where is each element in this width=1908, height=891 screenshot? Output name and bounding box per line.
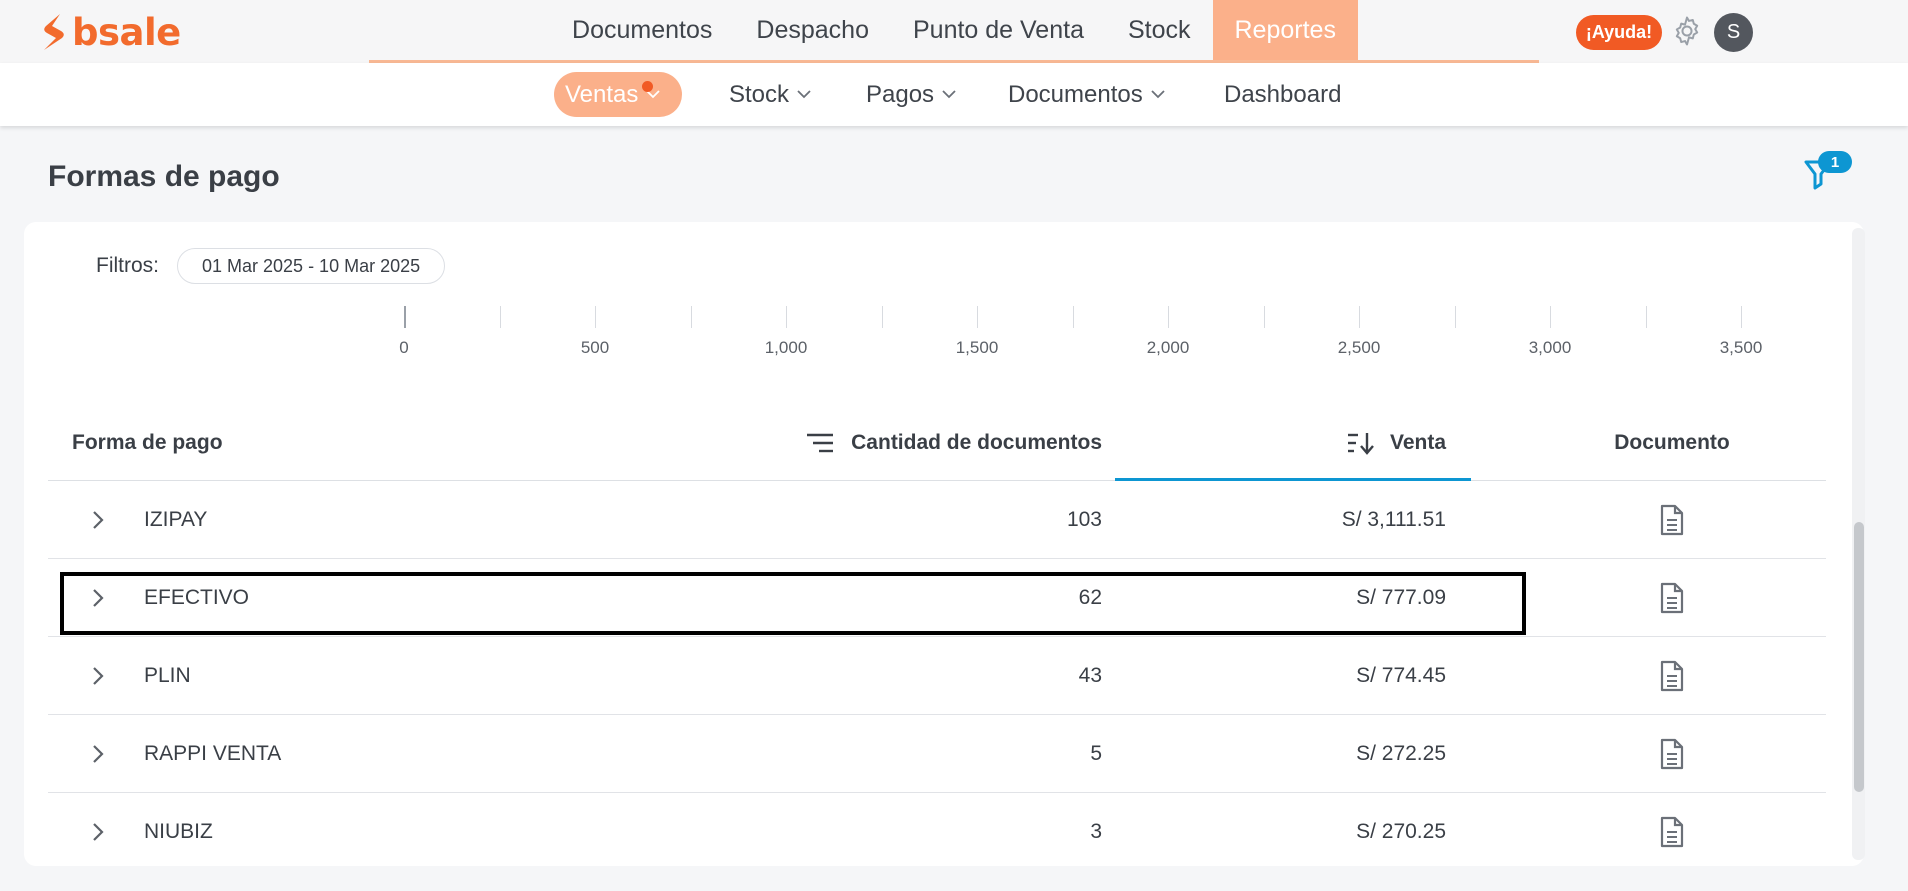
sale-amount: S/ 270.25 (1356, 819, 1446, 843)
document-count: 3 (1090, 819, 1102, 843)
axis-tick (1359, 306, 1360, 328)
chevron-down-icon (797, 90, 811, 99)
main-nav-stock[interactable]: Stock (1106, 0, 1213, 60)
bsale-logo[interactable]: bsale (38, 10, 181, 54)
axis-tick-label: 3,500 (1719, 338, 1763, 357)
subnav-documentos-label: Documentos (1008, 80, 1143, 108)
document-icon[interactable] (1648, 715, 1696, 792)
subnav-ventas[interactable]: Ventas (554, 72, 682, 117)
axis-minor-tick (499, 306, 501, 328)
payment-method-name: IZIPAY (144, 507, 208, 531)
sale-amount: S/ 272.25 (1356, 741, 1446, 765)
payment-method-name: EFECTIVO (144, 585, 250, 609)
sale-amount: S/ 777.09 (1356, 585, 1446, 609)
scrollbar-thumb[interactable] (1854, 522, 1864, 792)
axis-tick-label: 2,500 (1337, 338, 1381, 357)
column-header-cantidad-label: Cantidad de documentos (851, 430, 1102, 454)
axis-minor-tick (1645, 306, 1647, 328)
main-nav-punto-de-venta[interactable]: Punto de Venta (891, 0, 1106, 60)
axis-tick (1168, 306, 1169, 328)
notification-dot (642, 81, 653, 92)
chart-axis: 0 500 1,000 1,500 2,000 2,500 3,000 3,500 (24, 306, 1864, 376)
axis-minor-tick (881, 306, 883, 328)
subnav-pagos[interactable]: Pagos (866, 72, 956, 117)
subnav-pagos-label: Pagos (866, 80, 935, 108)
document-count: 103 (1066, 507, 1102, 531)
chevron-right-icon[interactable] (88, 715, 108, 792)
chevron-down-icon (942, 90, 956, 99)
axis-minor-tick (1454, 306, 1456, 328)
subnav-documentos[interactable]: Documentos (1008, 72, 1165, 117)
top-bar: bsale Documentos Despacho Punto de Venta… (0, 0, 1908, 63)
filters-label: Filtros: (96, 254, 159, 277)
axis-tick-label: 1,500 (955, 338, 999, 357)
document-count: 43 (1078, 663, 1102, 687)
main-nav-documentos[interactable]: Documentos (550, 0, 734, 60)
column-header-venta[interactable]: Venta (1346, 404, 1446, 481)
table-row[interactable]: EFECTIVO 62 S/ 777.09 (48, 559, 1826, 637)
table-row[interactable]: RAPPI VENTA 5 S/ 272.25 (48, 715, 1826, 793)
filter-count-badge: 1 (1818, 151, 1852, 173)
column-header-cantidad[interactable]: Cantidad de documentos (805, 404, 1102, 481)
chevron-right-icon[interactable] (88, 559, 108, 636)
chevron-down-icon (1151, 90, 1165, 99)
axis-tick-label: 3,000 (1528, 338, 1572, 357)
gear-icon[interactable] (1670, 14, 1704, 48)
axis-minor-tick (1263, 306, 1265, 328)
table-row[interactable]: PLIN 43 S/ 774.45 (48, 637, 1826, 715)
payment-method-name: RAPPI VENTA (144, 741, 282, 765)
axis-tick (404, 306, 406, 328)
sale-amount: S/ 3,111.51 (1341, 507, 1446, 531)
axis-tick-label: 500 (580, 338, 610, 357)
subnav-dashboard[interactable]: Dashboard (1224, 72, 1341, 117)
main-nav-reportes[interactable]: Reportes (1212, 0, 1358, 60)
document-icon[interactable] (1648, 559, 1696, 636)
sub-nav: Ventas Stock Pagos Documentos Dashboard (0, 63, 1908, 126)
chevron-right-icon[interactable] (88, 481, 108, 558)
document-count: 5 (1090, 741, 1102, 765)
axis-tick (1550, 306, 1551, 328)
payment-method-name: NIUBIZ (144, 819, 213, 843)
document-icon[interactable] (1648, 793, 1696, 866)
payment-method-name: PLIN (144, 663, 191, 687)
main-nav-despacho[interactable]: Despacho (734, 0, 891, 60)
axis-tick-label: 0 (399, 338, 409, 357)
table-header: Forma de pago Cantidad de documentos Ven… (48, 404, 1826, 481)
avatar[interactable]: S (1714, 13, 1753, 52)
subnav-ventas-label: Ventas (565, 80, 639, 108)
chevron-right-icon[interactable] (88, 637, 108, 714)
axis-tick-label: 2,000 (1146, 338, 1190, 357)
chevron-right-icon[interactable] (88, 793, 108, 866)
axis-tick (595, 306, 596, 328)
sort-lines-icon (807, 433, 834, 452)
sort-descending-icon (1347, 432, 1374, 455)
subnav-dashboard-label: Dashboard (1224, 80, 1342, 108)
help-button[interactable]: ¡Ayuda! (1576, 15, 1662, 50)
page-title: Formas de pago (48, 160, 280, 193)
axis-minor-tick (690, 306, 692, 328)
table-row[interactable]: NIUBIZ 3 S/ 270.25 (48, 793, 1826, 866)
document-icon[interactable] (1648, 637, 1696, 714)
sale-amount: S/ 774.45 (1356, 663, 1446, 687)
report-card: Filtros: 01 Mar 2025 - 10 Mar 2025 0 500 1… (24, 222, 1864, 866)
axis-tick (977, 306, 978, 328)
logo-text: bsale (72, 10, 181, 54)
column-header-venta-label: Venta (1389, 430, 1446, 454)
subnav-stock[interactable]: Stock (729, 72, 811, 117)
main-nav: Documentos Despacho Punto de Venta Stock… (369, 0, 1539, 63)
column-header-documento: Documento (1614, 430, 1730, 454)
table-row[interactable]: IZIPAY 103 S/ 3,111.51 (48, 481, 1826, 559)
subnav-stock-label: Stock (729, 80, 790, 108)
bsale-logo-icon (44, 14, 64, 50)
date-range-chip[interactable]: 01 Mar 2025 - 10 Mar 2025 (177, 248, 446, 284)
axis-tick-label: 1,000 (764, 338, 808, 357)
column-header-forma-de-pago[interactable]: Forma de pago (72, 404, 223, 481)
document-icon[interactable] (1648, 481, 1696, 558)
axis-tick (786, 306, 787, 328)
document-count: 62 (1078, 585, 1102, 609)
axis-minor-tick (1072, 306, 1074, 328)
axis-tick (1741, 306, 1742, 328)
